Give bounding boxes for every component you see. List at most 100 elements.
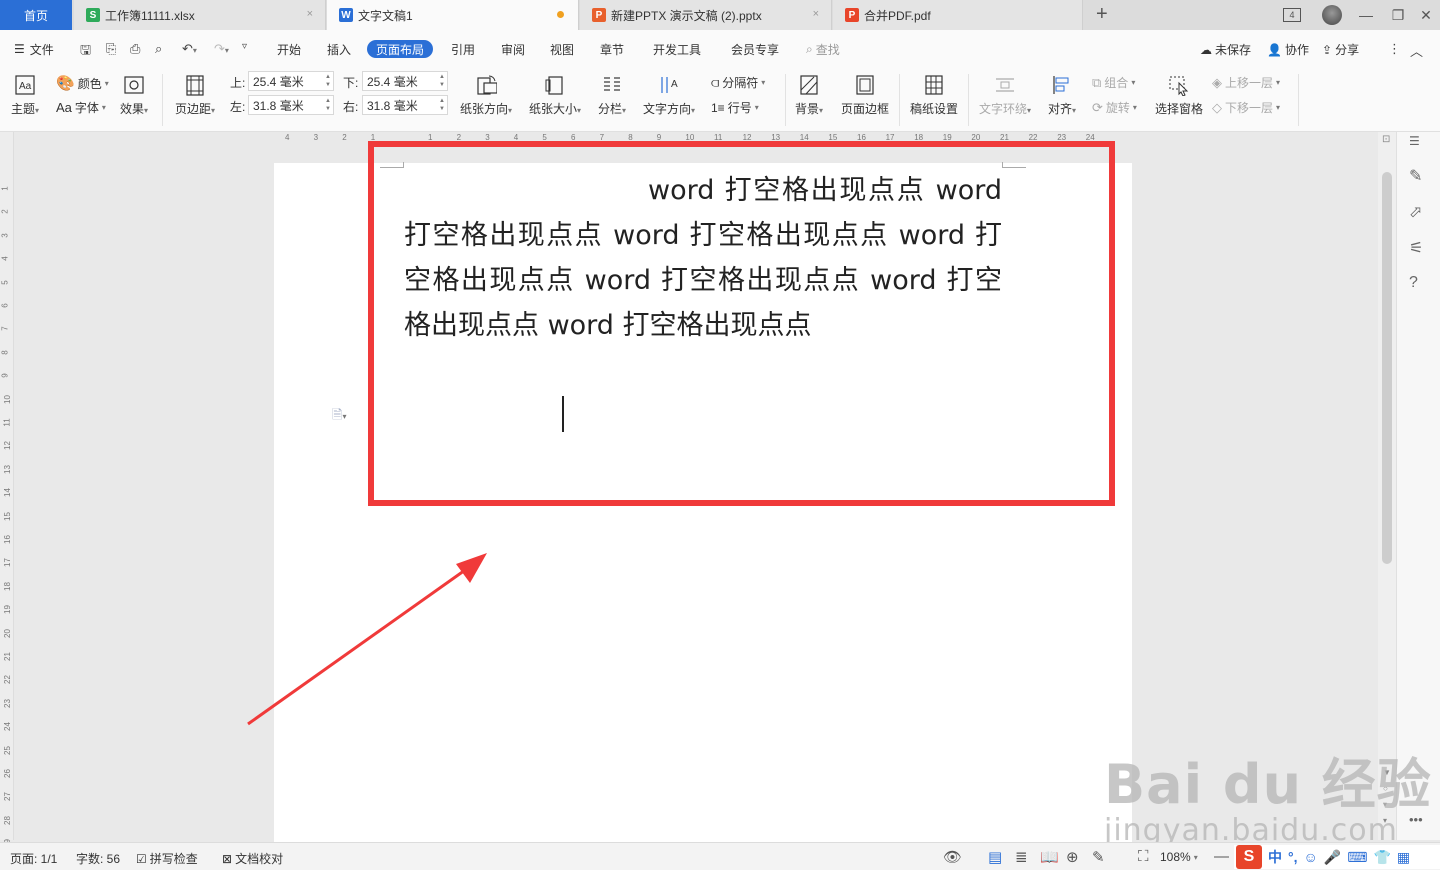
paragraph-menu-icon[interactable]: 🗎▾ bbox=[332, 406, 346, 428]
spell-check-button[interactable]: ☑ 拼写检查 bbox=[136, 850, 198, 867]
sogou-logo-icon: S bbox=[1236, 845, 1262, 869]
redo-icon[interactable]: ↷▾ bbox=[214, 41, 229, 57]
manuscript-button[interactable]: 稿纸设置 bbox=[910, 74, 958, 117]
close-window-button[interactable]: ✕ bbox=[1410, 0, 1440, 30]
close-icon[interactable]: × bbox=[813, 8, 819, 20]
text-wrap-button[interactable]: 文字环绕▾ bbox=[979, 74, 1031, 117]
tab-presentation[interactable]: P 新建PPTX 演示文稿 (2).pptx × bbox=[580, 0, 832, 30]
tab-home[interactable]: 首页 bbox=[0, 0, 72, 30]
tab-start[interactable]: 开始 bbox=[277, 40, 301, 58]
close-icon[interactable]: × bbox=[307, 8, 313, 20]
color-button[interactable]: 🎨 颜色 ▾ bbox=[56, 74, 109, 92]
ime-lang[interactable]: 中 bbox=[1268, 847, 1282, 867]
emoji-icon[interactable]: ☺ bbox=[1304, 849, 1318, 865]
ime-toolbar[interactable]: S 中 °, ☺ 🎤 ⌨ 👕 ▦ bbox=[1234, 845, 1440, 869]
print-preview-icon[interactable]: ⌕ bbox=[155, 41, 162, 57]
zoom-out-icon[interactable]: — bbox=[1214, 848, 1229, 865]
spin-arrows-icon[interactable]: ▲ ▼ bbox=[439, 97, 445, 113]
rotate-icon: ⟳ bbox=[1092, 99, 1103, 115]
edit-icon[interactable]: ✎ bbox=[1409, 166, 1422, 186]
share-button[interactable]: ⇪ 分享 bbox=[1322, 41, 1359, 58]
tab-references[interactable]: 引用 bbox=[451, 40, 475, 58]
proofread-button[interactable]: ⊠ 文档校对 bbox=[222, 850, 283, 867]
punctuation-icon[interactable]: °, bbox=[1288, 849, 1298, 865]
minimize-button[interactable]: — bbox=[1350, 0, 1382, 30]
left-margin-input[interactable]: 31.8 毫米 ▲ ▼ bbox=[248, 95, 334, 115]
bottom-margin-input[interactable]: 25.4 毫米 ▲ ▼ bbox=[362, 71, 448, 91]
tab-page-layout[interactable]: 页面布局 bbox=[367, 40, 434, 58]
tab-document[interactable]: W 文字文稿1 bbox=[327, 0, 579, 30]
panel-menu-icon[interactable]: ☰ bbox=[1409, 134, 1420, 148]
help-icon[interactable]: ? bbox=[1409, 274, 1418, 292]
reading-view-icon[interactable]: 📖 bbox=[1040, 848, 1059, 866]
collaborate-button[interactable]: 👤 协作 bbox=[1267, 41, 1309, 58]
hamburger-icon: ☰ bbox=[14, 42, 25, 56]
export-icon[interactable]: ⎘ bbox=[106, 41, 116, 57]
outline-view-icon[interactable]: ≣ bbox=[1015, 848, 1028, 866]
spin-arrows-icon[interactable]: ▲ ▼ bbox=[325, 97, 331, 113]
margins-button[interactable]: 页边距▾ bbox=[175, 74, 215, 117]
file-menu[interactable]: ☰ 文件 bbox=[14, 40, 54, 58]
bottom-margin-label: 下: bbox=[343, 76, 359, 90]
skin-icon[interactable]: 👕 bbox=[1373, 849, 1390, 866]
page-border-button[interactable]: 页面边框 bbox=[841, 74, 889, 117]
group-button[interactable]: ⧉ 组合 ▾ bbox=[1092, 74, 1135, 91]
line-numbers-button[interactable]: 1≡ 行号 ▾ bbox=[711, 99, 759, 116]
more-icon[interactable]: ⋮ bbox=[1388, 41, 1401, 57]
scrollbar-thumb[interactable] bbox=[1382, 172, 1392, 564]
settings-sliders-icon[interactable]: ⚟ bbox=[1409, 238, 1423, 258]
spin-arrows-icon[interactable]: ▲ ▼ bbox=[439, 73, 445, 89]
new-tab-button[interactable]: + bbox=[1096, 4, 1108, 24]
user-avatar-button[interactable] bbox=[1316, 0, 1348, 30]
columns-button[interactable]: 分栏▾ bbox=[598, 74, 626, 117]
voice-icon[interactable]: 🎤 bbox=[1324, 849, 1341, 866]
right-margin-input[interactable]: 31.8 毫米 ▲ ▼ bbox=[362, 95, 448, 115]
customize-toolbar-icon[interactable]: ▿ bbox=[242, 41, 247, 52]
theme-button[interactable]: Aa 主题▾ bbox=[11, 74, 39, 117]
tab-member[interactable]: 会员专享 bbox=[731, 40, 779, 58]
undo-icon[interactable]: ↶▾ bbox=[182, 41, 197, 57]
rotate-button[interactable]: ⟳ 旋转 ▾ bbox=[1092, 99, 1137, 116]
vertical-ruler[interactable]: 1 2 3 4 5 6 7 8 9 10 11 12 13 14 15 16 17 18 19 20 21 22 23 24 2… bbox=[0, 132, 14, 848]
font-scheme-button[interactable]: Aa 字体 ▾ bbox=[56, 99, 106, 116]
tab-developer[interactable]: 开发工具 bbox=[653, 40, 701, 58]
page-indicator[interactable]: 页面: 1/1 bbox=[10, 850, 57, 867]
toolbox-icon[interactable]: ▦ bbox=[1397, 849, 1410, 866]
breaks-button[interactable]: ⫏ 分隔符 ▾ bbox=[711, 74, 765, 91]
window-count-button[interactable]: 4 bbox=[1276, 0, 1308, 30]
tab-workbook[interactable]: S 工作簿11111.xlsx × bbox=[74, 0, 326, 30]
tab-pdf[interactable]: P 合并PDF.pdf bbox=[833, 0, 1083, 30]
effect-button[interactable]: 效果▾ bbox=[120, 74, 148, 117]
collapse-ribbon-icon[interactable]: ︿ bbox=[1410, 41, 1423, 60]
scroll-top-icon[interactable]: ⊡ bbox=[1382, 134, 1390, 145]
orientation-button[interactable]: 纸张方向▾ bbox=[460, 74, 512, 117]
spin-arrows-icon[interactable]: ▲ ▼ bbox=[325, 73, 331, 89]
page-view-icon[interactable]: ▤ bbox=[988, 848, 1002, 866]
align-button[interactable]: 对齐▾ bbox=[1048, 74, 1076, 117]
text-direction-button[interactable]: A 文字方向▾ bbox=[643, 74, 695, 117]
eye-protection-icon[interactable]: 👁 bbox=[943, 848, 962, 866]
tab-chapter[interactable]: 章节 bbox=[600, 40, 624, 58]
save-icon[interactable]: 🖫 bbox=[80, 41, 91, 63]
tab-insert[interactable]: 插入 bbox=[327, 40, 351, 58]
vertical-scrollbar[interactable]: ⊡ ▼ ○ ▾ ▾ bbox=[1378, 132, 1396, 840]
tab-review[interactable]: 审阅 bbox=[501, 40, 525, 58]
paper-size-button[interactable]: 纸张大小▾ bbox=[529, 74, 581, 117]
selection-pane-button[interactable]: 选择窗格 bbox=[1155, 74, 1203, 117]
word-count[interactable]: 字数: 56 bbox=[76, 850, 120, 867]
zoom-dropdown[interactable]: 108% ▾ bbox=[1160, 850, 1198, 864]
ruler-tick-label: 4 bbox=[285, 133, 290, 142]
top-margin-input[interactable]: 25.4 毫米 ▲ ▼ bbox=[248, 71, 334, 91]
write-view-icon[interactable]: ✎ bbox=[1092, 848, 1105, 866]
send-backward-button[interactable]: ◇ 下移一层 ▾ bbox=[1212, 99, 1280, 116]
fit-page-icon[interactable]: ⛶ bbox=[1138, 848, 1149, 865]
select-pointer-icon[interactable]: ⬀ bbox=[1409, 202, 1422, 222]
bring-forward-button[interactable]: ◈ 上移一层 ▾ bbox=[1212, 74, 1280, 91]
background-button[interactable]: 背景▾ bbox=[795, 74, 823, 117]
keyboard-icon[interactable]: ⌨ bbox=[1347, 849, 1367, 866]
tab-view[interactable]: 视图 bbox=[550, 40, 574, 58]
unsaved-button[interactable]: ☁ 未保存 bbox=[1200, 41, 1251, 58]
web-view-icon[interactable]: ⊕ bbox=[1066, 848, 1079, 866]
print-icon[interactable]: ⎙ bbox=[130, 41, 140, 57]
search-button[interactable]: ⌕ 查找 bbox=[806, 41, 840, 58]
